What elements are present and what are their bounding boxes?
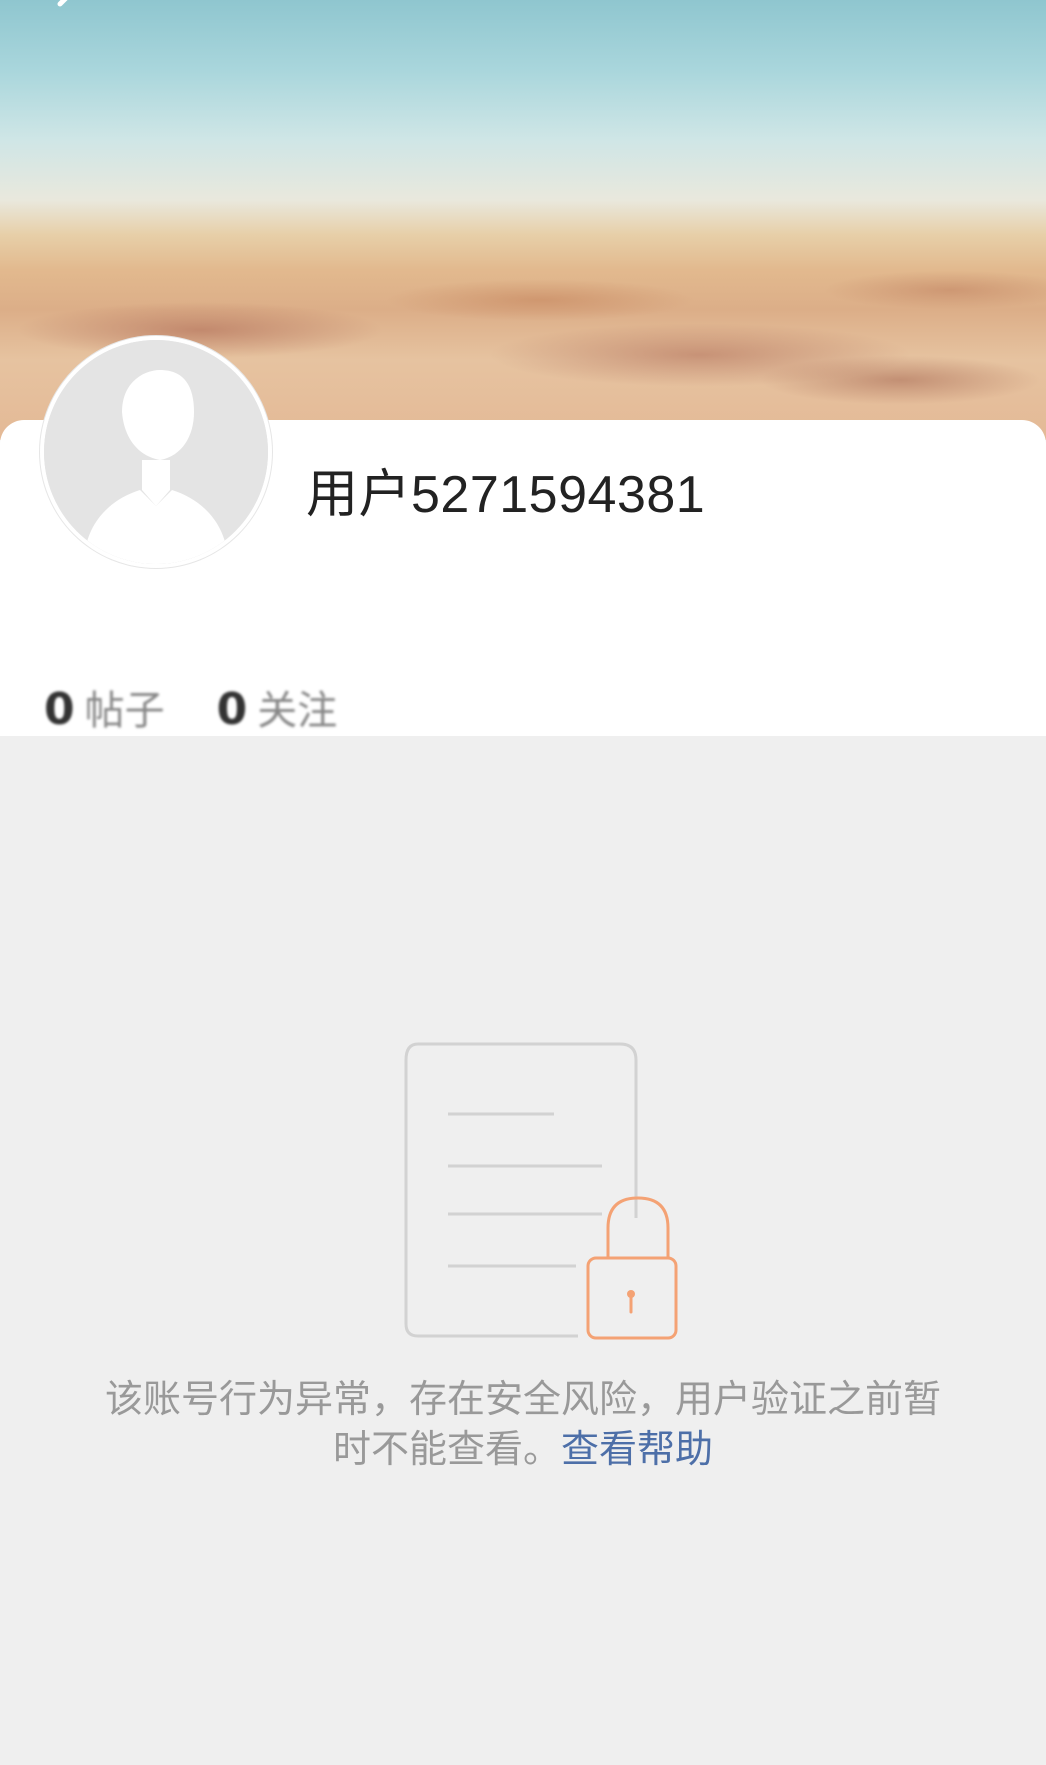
stat-following[interactable]: 0 关注 bbox=[217, 678, 338, 735]
restriction-notice-text: 该账号行为异常，存在安全风险，用户验证之前暂时不能查看。 bbox=[104, 1377, 941, 1471]
stat-following-label: 关注 bbox=[257, 688, 338, 734]
username: 用户5271594381 bbox=[306, 466, 706, 524]
default-avatar-icon bbox=[44, 340, 268, 564]
restriction-notice: 该账号行为异常，存在安全风险，用户验证之前暂时不能查看。查看帮助 bbox=[100, 1374, 946, 1474]
back-arrow-icon[interactable] bbox=[48, 0, 78, 20]
stat-posts[interactable]: 0 帖子 bbox=[44, 678, 165, 735]
stat-posts-count: 0 bbox=[44, 684, 75, 735]
stat-following-count: 0 bbox=[216, 684, 248, 735]
profile-page: 用户5271594381 0 帖子 0 关注 该账号行为异常，存在安全风险，用户… bbox=[0, 0, 1046, 1765]
avatar[interactable] bbox=[40, 336, 272, 568]
locked-document-icon bbox=[400, 1040, 690, 1350]
help-link[interactable]: 查看帮助 bbox=[561, 1427, 713, 1471]
stat-posts-label: 帖子 bbox=[84, 688, 165, 734]
stats-row: 0 帖子 0 关注 bbox=[44, 678, 338, 735]
